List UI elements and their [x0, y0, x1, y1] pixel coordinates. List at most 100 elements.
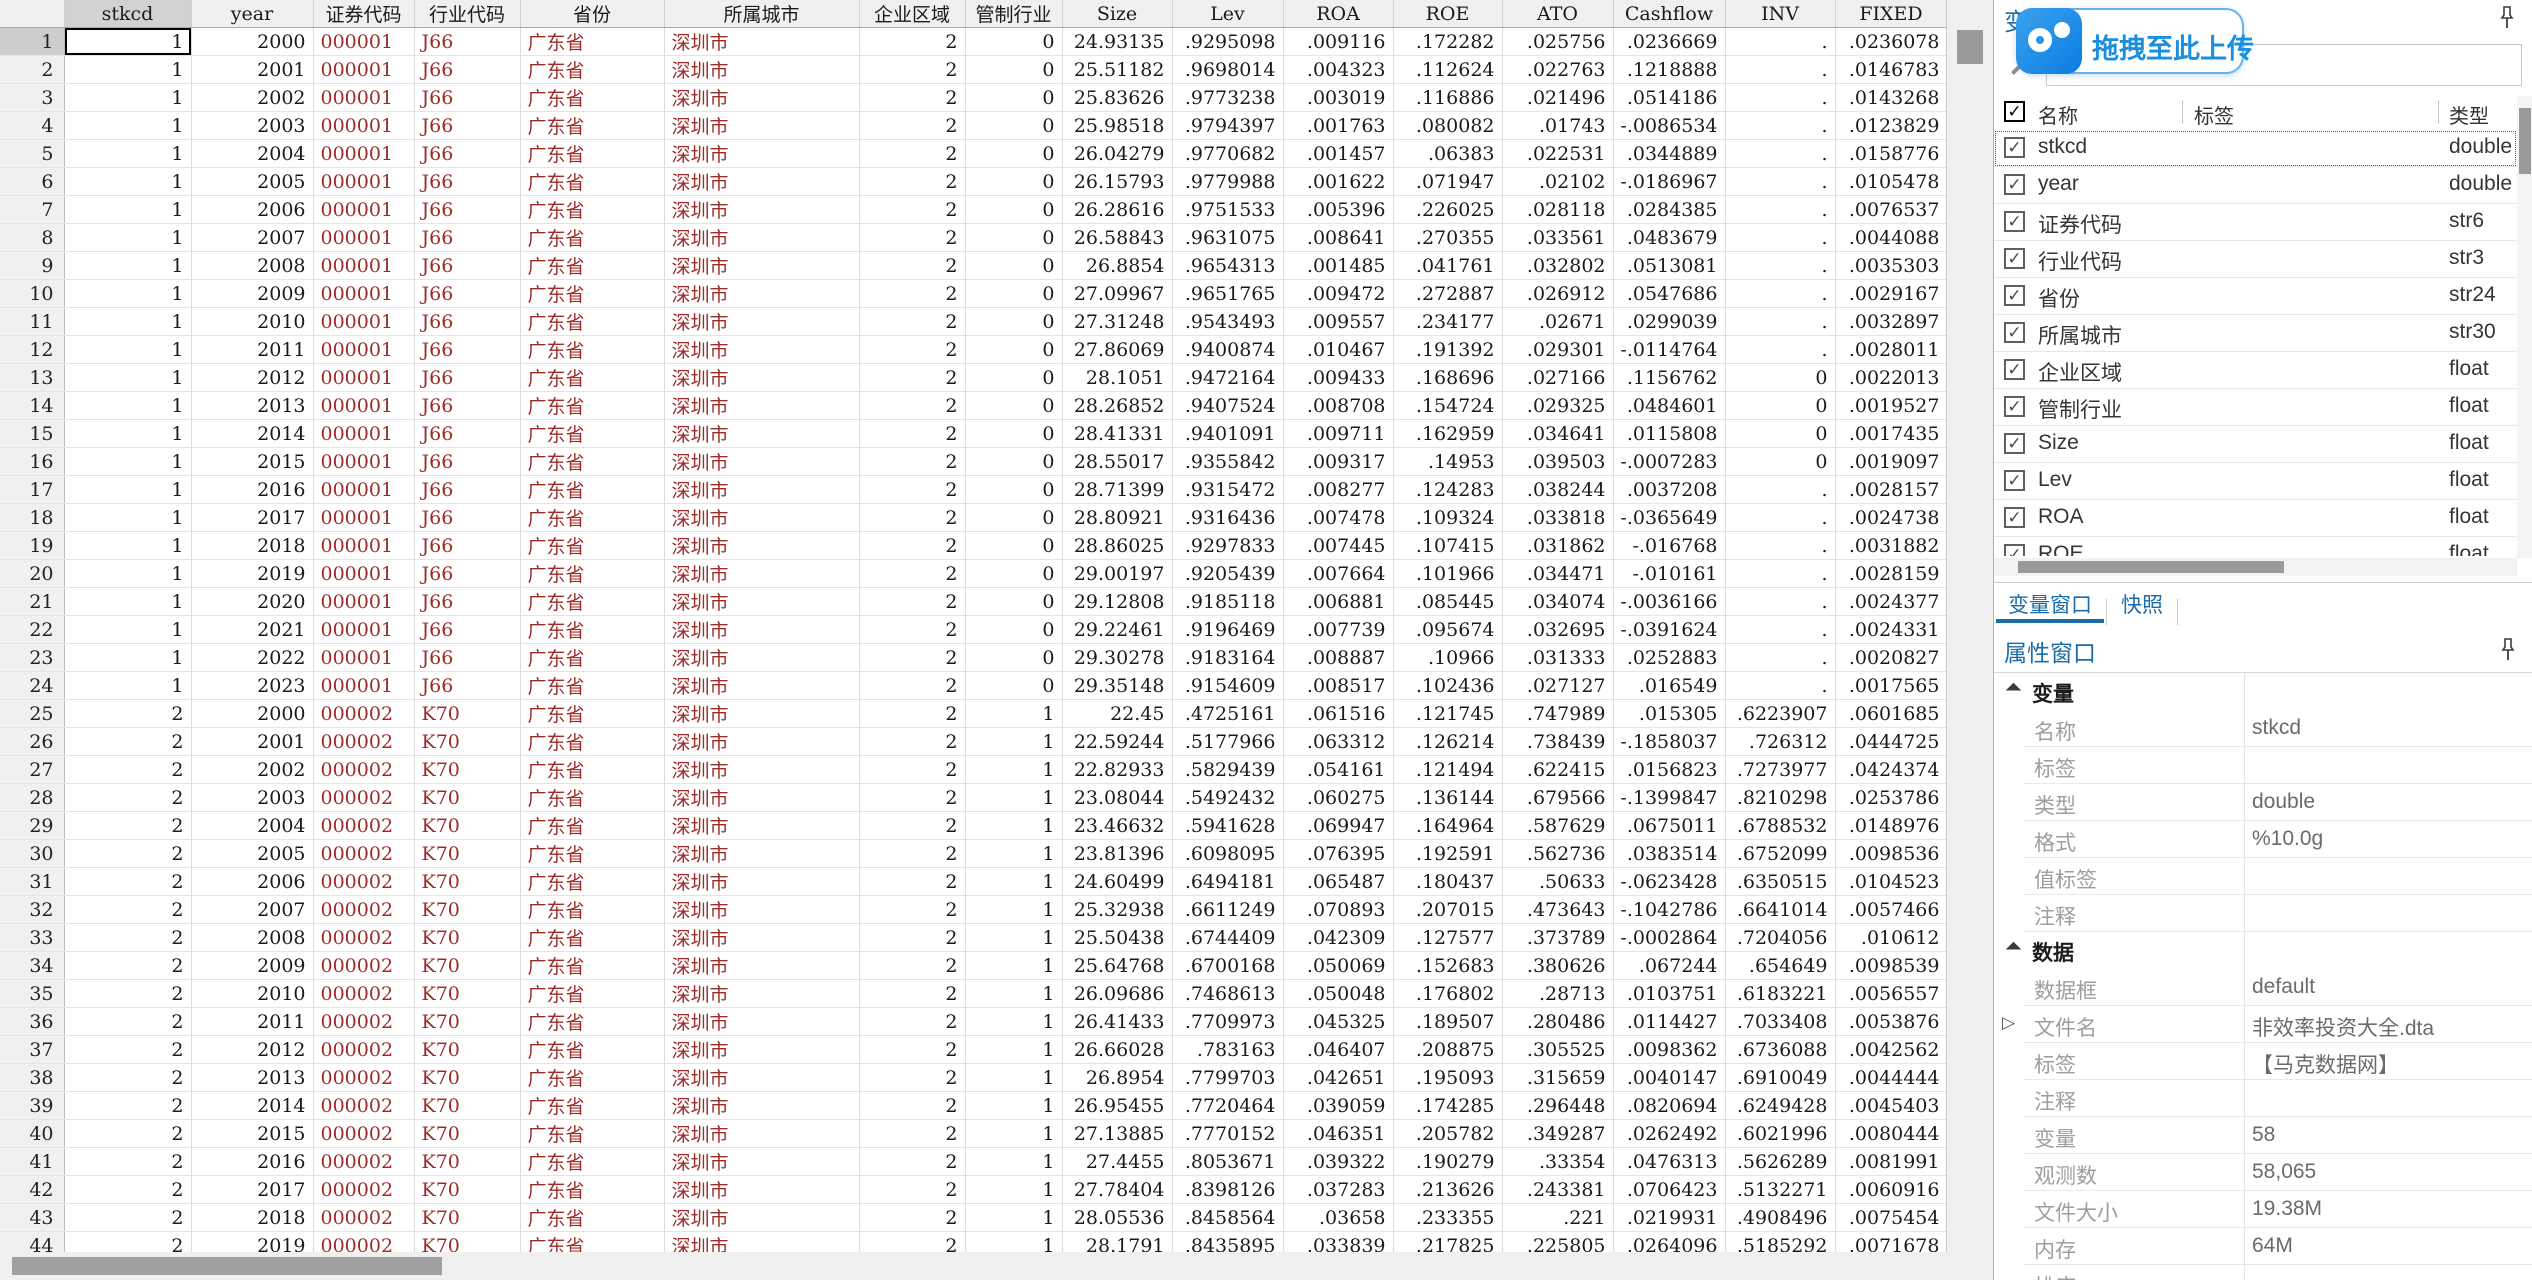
cell-Cashflow[interactable]: .0484601 — [1613, 392, 1725, 420]
cell-ATO[interactable]: .280486 — [1502, 1008, 1613, 1036]
row-number[interactable]: 5 — [0, 140, 64, 168]
cell-province[interactable]: 广东省 — [520, 448, 664, 476]
cell-city[interactable]: 深圳市 — [664, 28, 859, 56]
cell-ind_code[interactable]: K70 — [414, 784, 520, 812]
cell-ATO[interactable]: .622415 — [1502, 756, 1613, 784]
cell-year[interactable]: 2004 — [191, 140, 313, 168]
cell-Cashflow[interactable]: .0264096 — [1613, 1232, 1725, 1253]
cell-Size[interactable]: 26.04279 — [1062, 140, 1172, 168]
property-value[interactable]: 19.38M — [2252, 1197, 2529, 1221]
cell-city[interactable]: 深圳市 — [664, 952, 859, 980]
cell-province[interactable]: 广东省 — [520, 28, 664, 56]
cell-regulated[interactable]: 0 — [965, 308, 1062, 336]
pin-icon[interactable] — [2499, 638, 2517, 662]
variable-row[interactable]: ✓ROAfloat — [1994, 500, 2517, 537]
cell-Size[interactable]: 23.81396 — [1062, 840, 1172, 868]
cell-province[interactable]: 广东省 — [520, 840, 664, 868]
cell-ATO[interactable]: .022531 — [1502, 140, 1613, 168]
cell-stkcd[interactable]: 1 — [64, 476, 191, 504]
cell-ROA[interactable]: .008887 — [1283, 644, 1393, 672]
cell-city[interactable]: 深圳市 — [664, 1204, 859, 1232]
cell-region[interactable]: 2 — [859, 700, 965, 728]
cell-FIXED[interactable]: .0042562 — [1835, 1036, 1947, 1064]
cell-province[interactable]: 广东省 — [520, 1064, 664, 1092]
cell-sec_code[interactable]: 000001 — [313, 56, 414, 84]
cell-sec_code[interactable]: 000002 — [313, 1036, 414, 1064]
row-number[interactable]: 25 — [0, 700, 64, 728]
cell-ATO[interactable]: .034074 — [1502, 588, 1613, 616]
cell-ROE[interactable]: .041761 — [1393, 252, 1502, 280]
cell-Size[interactable]: 22.45 — [1062, 700, 1172, 728]
cell-stkcd[interactable]: 2 — [64, 924, 191, 952]
cell-province[interactable]: 广东省 — [520, 1120, 664, 1148]
cell-province[interactable]: 广东省 — [520, 616, 664, 644]
cell-Lev[interactable]: .7720464 — [1172, 1092, 1283, 1120]
cell-INV[interactable]: . — [1725, 84, 1835, 112]
cell-ROA[interactable]: .004323 — [1283, 56, 1393, 84]
cell-Lev[interactable]: .4725161 — [1172, 700, 1283, 728]
cell-Lev[interactable]: .5492432 — [1172, 784, 1283, 812]
cell-year[interactable]: 2000 — [191, 28, 313, 56]
cell-year[interactable]: 2015 — [191, 448, 313, 476]
cell-Lev[interactable]: .9651765 — [1172, 280, 1283, 308]
cell-stkcd[interactable]: 2 — [64, 756, 191, 784]
variable-checkbox[interactable]: ✓ — [2004, 211, 2025, 232]
cell-Cashflow[interactable]: .1156762 — [1613, 364, 1725, 392]
cell-ATO[interactable]: .034471 — [1502, 560, 1613, 588]
cell-province[interactable]: 广东省 — [520, 504, 664, 532]
cell-province[interactable]: 广东省 — [520, 1008, 664, 1036]
cell-year[interactable]: 2021 — [191, 616, 313, 644]
column-header-ind_code[interactable]: 行业代码 — [414, 0, 520, 28]
row-number[interactable]: 16 — [0, 448, 64, 476]
cell-ind_code[interactable]: J66 — [414, 364, 520, 392]
cell-Size[interactable]: 26.8954 — [1062, 1064, 1172, 1092]
cell-province[interactable]: 广东省 — [520, 1036, 664, 1064]
cell-Cashflow[interactable]: .0476313 — [1613, 1148, 1725, 1176]
cell-region[interactable]: 2 — [859, 168, 965, 196]
cell-ATO[interactable]: .380626 — [1502, 952, 1613, 980]
cell-stkcd[interactable]: 1 — [64, 196, 191, 224]
cell-FIXED[interactable]: .0056557 — [1835, 980, 1947, 1008]
cell-stkcd[interactable]: 1 — [64, 560, 191, 588]
cell-city[interactable]: 深圳市 — [664, 1232, 859, 1253]
property-value[interactable]: 非效率投资大全.dta — [2252, 1012, 2529, 1042]
collapse-triangle-icon[interactable] — [2006, 942, 2022, 958]
cell-ind_code[interactable]: K70 — [414, 756, 520, 784]
cell-FIXED[interactable]: .0081991 — [1835, 1148, 1947, 1176]
cell-ROE[interactable]: .109324 — [1393, 504, 1502, 532]
cell-ATO[interactable]: .01743 — [1502, 112, 1613, 140]
row-number[interactable]: 40 — [0, 1120, 64, 1148]
cell-INV[interactable]: .5626289 — [1725, 1148, 1835, 1176]
cell-FIXED[interactable]: .0080444 — [1835, 1120, 1947, 1148]
cell-sec_code[interactable]: 000002 — [313, 952, 414, 980]
cell-stkcd[interactable]: 2 — [64, 952, 191, 980]
property-value[interactable]: 【马克数据网】 — [2252, 1049, 2529, 1079]
variable-row[interactable]: ✓所属城市str30 — [1994, 315, 2517, 352]
cell-ROE[interactable]: .124283 — [1393, 476, 1502, 504]
cell-INV[interactable]: .6910049 — [1725, 1064, 1835, 1092]
cell-ind_code[interactable]: J66 — [414, 336, 520, 364]
column-header-label[interactable]: 标签 — [2194, 100, 2234, 129]
cell-Lev[interactable]: .9751533 — [1172, 196, 1283, 224]
cell-sec_code[interactable]: 000001 — [313, 448, 414, 476]
cell-province[interactable]: 广东省 — [520, 924, 664, 952]
cell-ATO[interactable]: .28713 — [1502, 980, 1613, 1008]
cell-region[interactable]: 2 — [859, 1092, 965, 1120]
cell-Lev[interactable]: .9316436 — [1172, 504, 1283, 532]
cell-year[interactable]: 2001 — [191, 728, 313, 756]
row-number[interactable]: 26 — [0, 728, 64, 756]
cell-ROA[interactable]: .007445 — [1283, 532, 1393, 560]
cell-city[interactable]: 深圳市 — [664, 308, 859, 336]
cell-FIXED[interactable]: .0028157 — [1835, 476, 1947, 504]
cell-Cashflow[interactable]: .0040147 — [1613, 1064, 1725, 1092]
cell-ROE[interactable]: .208875 — [1393, 1036, 1502, 1064]
cell-city[interactable]: 深圳市 — [664, 1064, 859, 1092]
cell-Size[interactable]: 28.26852 — [1062, 392, 1172, 420]
variable-row[interactable]: ✓证券代码str6 — [1994, 204, 2517, 241]
cell-region[interactable]: 2 — [859, 840, 965, 868]
cell-ind_code[interactable]: K70 — [414, 1036, 520, 1064]
row-number[interactable]: 39 — [0, 1092, 64, 1120]
cell-sec_code[interactable]: 000001 — [313, 532, 414, 560]
cell-ROE[interactable]: .217825 — [1393, 1232, 1502, 1253]
cell-province[interactable]: 广东省 — [520, 420, 664, 448]
